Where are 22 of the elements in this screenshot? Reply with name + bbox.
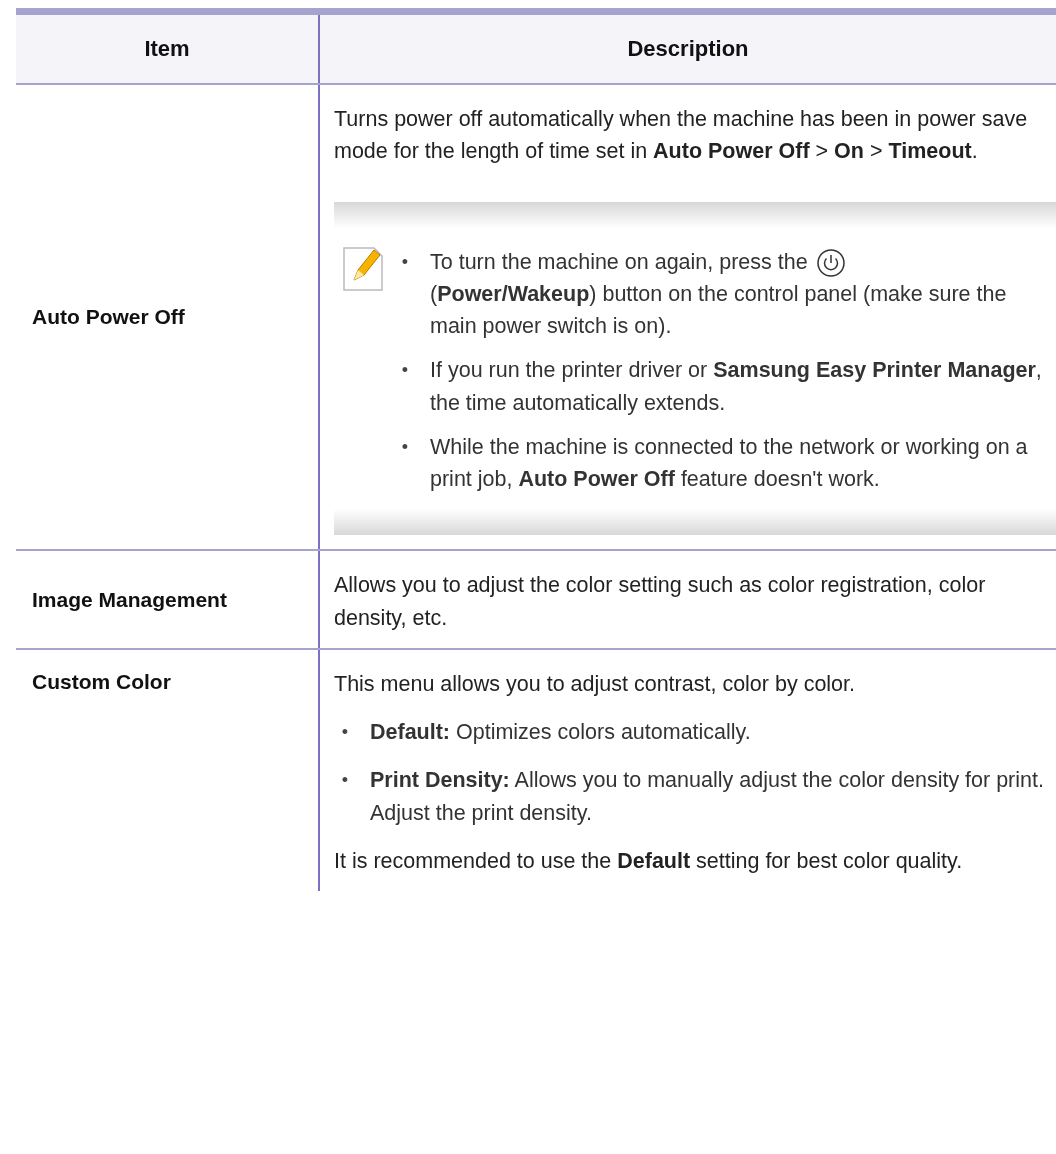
bullet-marker: • bbox=[341, 723, 349, 742]
description-text: Turns power off automatically when the machine has been in power save mode for the length of time set in Auto Power Off > On > Timeout. bbox=[334, 106, 1029, 166]
note-text: To turn the machine on again, press the bbox=[430, 245, 1056, 278]
item-name: Image Management bbox=[32, 587, 227, 612]
column-header: Description bbox=[318, 15, 1056, 83]
description-text: It is recommended to use the Default setting for best color quality. bbox=[334, 847, 964, 875]
bullet-text: Print Density: Allows you to manually adjust the color density for print. Adjust the print density. bbox=[370, 767, 1045, 827]
bullet-text: Default: Optimizes colors automatically. bbox=[370, 719, 752, 747]
bullet-marker: • bbox=[401, 361, 409, 380]
bullet-marker: • bbox=[341, 771, 349, 790]
note-text: (Power/Wakeup) button on the control panel (make sure the main power switch is on). bbox=[430, 280, 1008, 341]
column-header: Item bbox=[143, 35, 191, 63]
note-pencil-icon bbox=[342, 245, 384, 292]
bullet-marker: • bbox=[401, 437, 409, 456]
note-text: If you run the printer driver or Samsung Easy Printer Manager, the time automatically extends. bbox=[430, 357, 1043, 417]
description-text: This menu allows you to adjust contrast, color by color. bbox=[334, 670, 857, 698]
item-name: Custom Color bbox=[32, 669, 171, 694]
power-icon bbox=[815, 247, 846, 278]
bullet-marker: • bbox=[401, 252, 409, 271]
description-text: Allows you to adjust the color setting such as color registration, color density, etc. bbox=[334, 572, 987, 632]
item-name: Auto Power Off bbox=[32, 305, 185, 330]
note-text: While the machine is connected to the network or working on a print job, Auto Power Off feature doesn't work. bbox=[430, 433, 1029, 494]
